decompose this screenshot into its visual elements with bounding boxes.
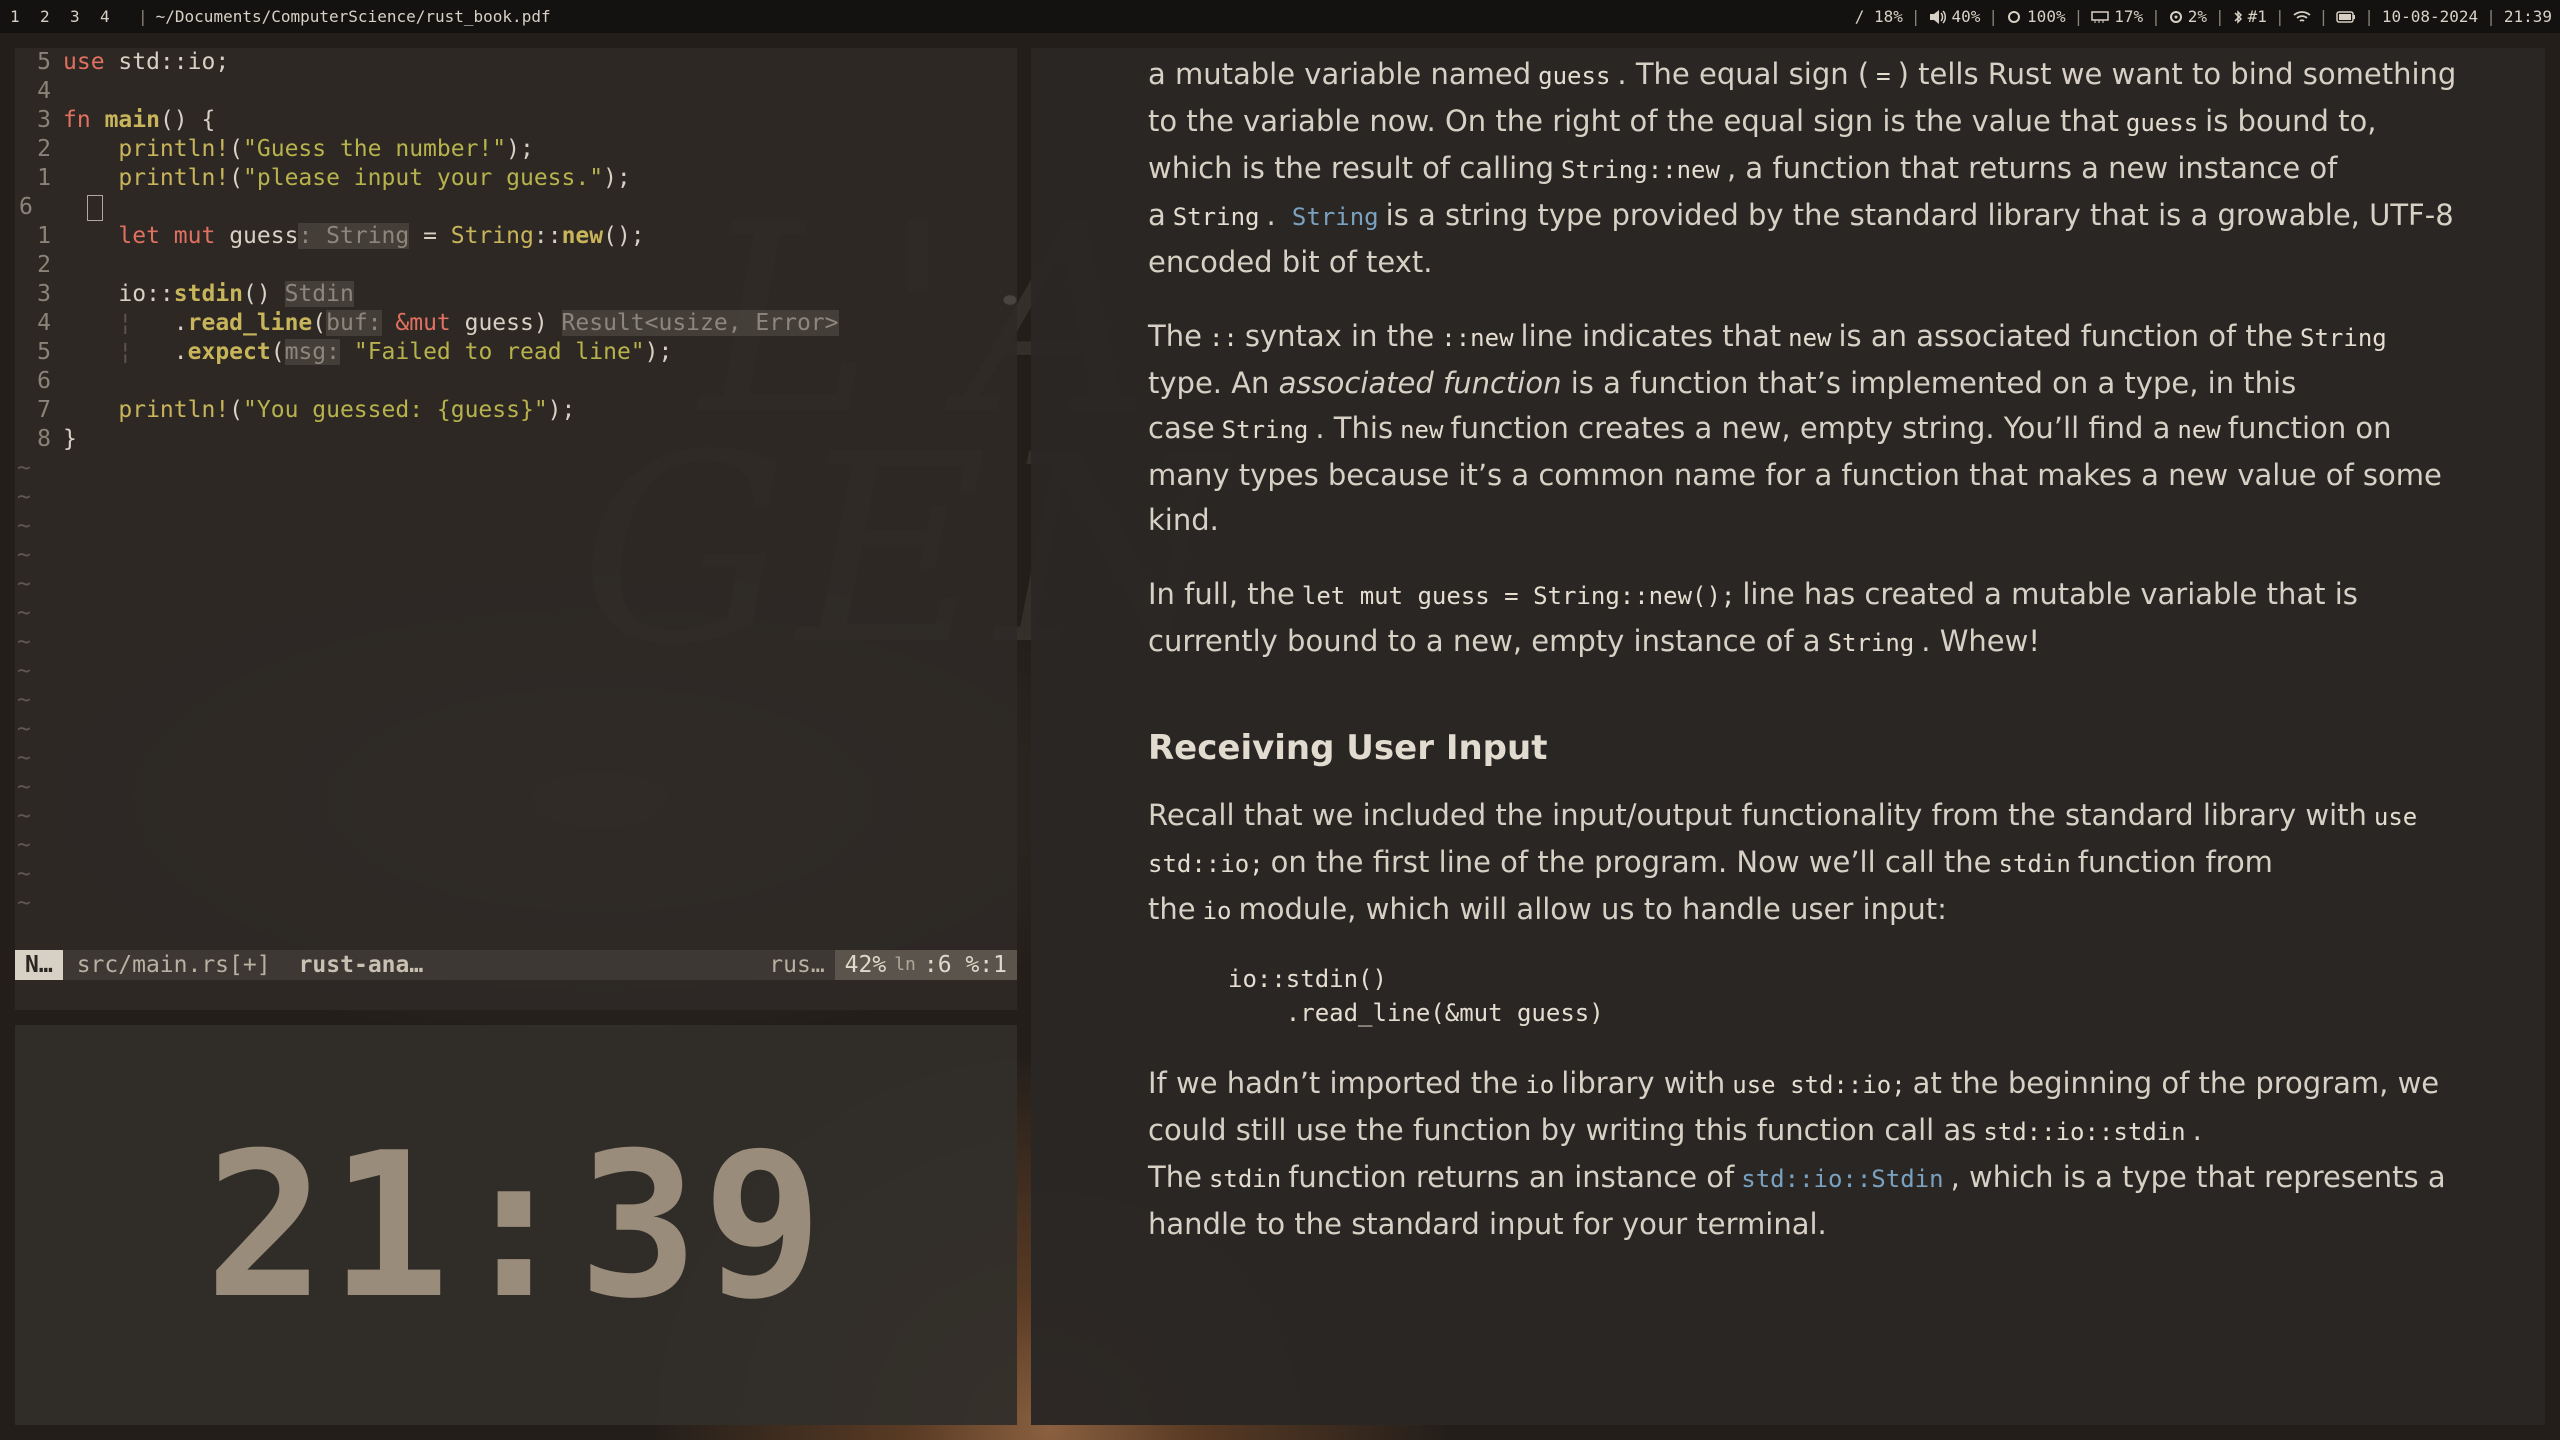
- code-line: 4 ¦ .read_line(buf: &mut guess) Result<u…: [37, 310, 839, 336]
- separator: |: [2274, 7, 2285, 26]
- code-line: 3 io::stdin() Stdin: [37, 281, 354, 307]
- memory-value: 17%: [2114, 7, 2144, 26]
- empty-line-marker: ~: [17, 803, 31, 829]
- bluetooth-icon: [2234, 9, 2242, 24]
- code-line: 1 println!("please input your guess.");: [37, 165, 631, 191]
- empty-line-marker: ~: [17, 571, 31, 597]
- volume-indicator[interactable]: 40%: [1929, 7, 1981, 26]
- paragraph: If we hadn’t imported the io library with u…: [1148, 1066, 2446, 1241]
- empty-line-marker: ~: [17, 832, 31, 858]
- clock-display: 21:39: [205, 1110, 827, 1343]
- time: 21:39: [2503, 7, 2552, 26]
- window-title: ~/Documents/ComputerScience/rust_book.pd…: [155, 7, 551, 26]
- mode-indicator: N…: [15, 950, 63, 980]
- empty-line-marker: ~: [17, 513, 31, 539]
- empty-line-marker: ~: [17, 745, 31, 771]
- separator: |: [2215, 7, 2225, 26]
- separator: |: [2318, 7, 2329, 26]
- separator: |: [2364, 7, 2374, 26]
- speaker-icon: [1929, 9, 1946, 24]
- code-line: 2 println!("Guess the number!");: [37, 136, 534, 162]
- empty-line-marker: ~: [17, 716, 31, 742]
- code-block: io::stdin() .read_line(&mut guess): [1228, 965, 1604, 1027]
- code-line: 8}: [37, 426, 77, 452]
- empty-line-marker: ~: [17, 455, 31, 481]
- code-line-current: 6: [15, 193, 1017, 222]
- clock-time: 21:39: [205, 1110, 827, 1343]
- status-bar: 1 2 3 4 | ~/Documents/ComputerScience/ru…: [0, 0, 2560, 33]
- wifi-icon: [2293, 10, 2311, 22]
- separator: |: [138, 7, 148, 26]
- memory-icon: [2091, 10, 2109, 23]
- file-name: src/main.rs[+]: [76, 952, 271, 978]
- empty-line-marker: ~: [17, 484, 31, 510]
- pdf-viewer[interactable]: a mutable variable named guess. The equal…: [1031, 48, 2545, 1425]
- separator: |: [1910, 7, 1921, 26]
- bluetooth-value: #1: [2247, 7, 2267, 26]
- empty-line-marker: ~: [17, 774, 31, 800]
- wifi-indicator[interactable]: [2293, 10, 2311, 24]
- empty-line-marker: ~: [17, 542, 31, 568]
- neovim-editor[interactable]: 5 use std::io; 4 3 fn main() { 2 println!(…: [15, 48, 1017, 1010]
- cpu-icon: [2169, 10, 2182, 23]
- paragraph: The:: syntax in the::new line indicates th…: [1148, 319, 2442, 537]
- bluetooth-indicator[interactable]: #1: [2233, 7, 2267, 26]
- paragraph: In full, the let mut guess = String::new(…: [1148, 577, 2358, 658]
- text-cursor: [87, 194, 103, 221]
- workspace-1[interactable]: 1: [10, 7, 40, 26]
- empty-line-marker: ~: [17, 629, 31, 655]
- code-link[interactable]: String: [1292, 203, 1379, 231]
- separator: |: [2073, 7, 2084, 26]
- line-col: :6 %:1: [923, 952, 1007, 978]
- workspace-4[interactable]: 4: [100, 7, 130, 26]
- code-link[interactable]: std::io::Stdin: [1741, 1165, 1943, 1193]
- workspace-switcher: 1 2 3 4 | ~/Documents/ComputerScience/ru…: [0, 7, 551, 26]
- filetype: rus…: [769, 952, 825, 978]
- section-heading: Receiving User Input: [1148, 728, 1548, 768]
- memory-indicator: 17%: [2091, 7, 2143, 26]
- date: 10-08-2024: [2381, 7, 2479, 26]
- workspace-3[interactable]: 3: [70, 7, 100, 26]
- disk-usage: / 18%: [1854, 7, 1903, 26]
- editor-statusline: N… src/main.rs[+] rust-ana… rus… 42% ln …: [15, 950, 1017, 980]
- separator: |: [2486, 7, 2496, 26]
- code-line: 5 ¦ .expect(msg: "Failed to read line");: [37, 339, 673, 365]
- separator: |: [1988, 7, 1999, 26]
- line-label: ln: [894, 954, 916, 975]
- code-line: 7 println!("You guessed: {guess}");: [37, 397, 576, 423]
- code-line: 3 fn main() {: [37, 107, 216, 133]
- brightness-indicator: 100%: [2006, 7, 2066, 26]
- code-line: 6: [37, 368, 51, 394]
- battery-icon: [2336, 10, 2356, 23]
- empty-line-marker: ~: [17, 861, 31, 887]
- separator: |: [2151, 7, 2161, 26]
- paragraph: a mutable variable named guess. The equal…: [1148, 57, 2457, 279]
- empty-line-marker: ~: [17, 687, 31, 713]
- clock-terminal: 21:39: [15, 1025, 1017, 1425]
- battery-indicator: [2336, 10, 2356, 23]
- brightness-icon: [2008, 10, 2021, 23]
- code-line: 5 use std::io;: [37, 49, 230, 75]
- scroll-percent: 42%: [844, 952, 887, 978]
- code-line: 1 let mut guess: String = String::new();: [37, 223, 645, 249]
- code-line: 2: [37, 252, 51, 278]
- empty-line-marker: ~: [17, 600, 31, 626]
- cpu-value: 2%: [2187, 7, 2208, 26]
- lsp-status: rust-ana…: [298, 952, 424, 978]
- code-buffer[interactable]: 5 use std::io; 4 3 fn main() { 2 println!(…: [15, 48, 1017, 918]
- cursor-position: 42% ln :6 %:1: [834, 950, 1017, 980]
- cpu-indicator: 2%: [2169, 7, 2207, 26]
- workspace-2[interactable]: 2: [40, 7, 70, 26]
- code-line: 4: [37, 78, 51, 104]
- empty-line-marker: ~: [17, 658, 31, 684]
- system-tray: / 18% | 40% | 100% | 17% | 2% | #1 | | |…: [1855, 7, 2560, 26]
- pdf-page-content: a mutable variable named guess. The equal…: [1148, 52, 2468, 1247]
- brightness-value: 100%: [2027, 7, 2066, 26]
- paragraph: Recall that we included the input/output…: [1148, 798, 2418, 926]
- volume-value: 40%: [1951, 7, 1981, 26]
- empty-line-marker: ~: [17, 890, 31, 916]
